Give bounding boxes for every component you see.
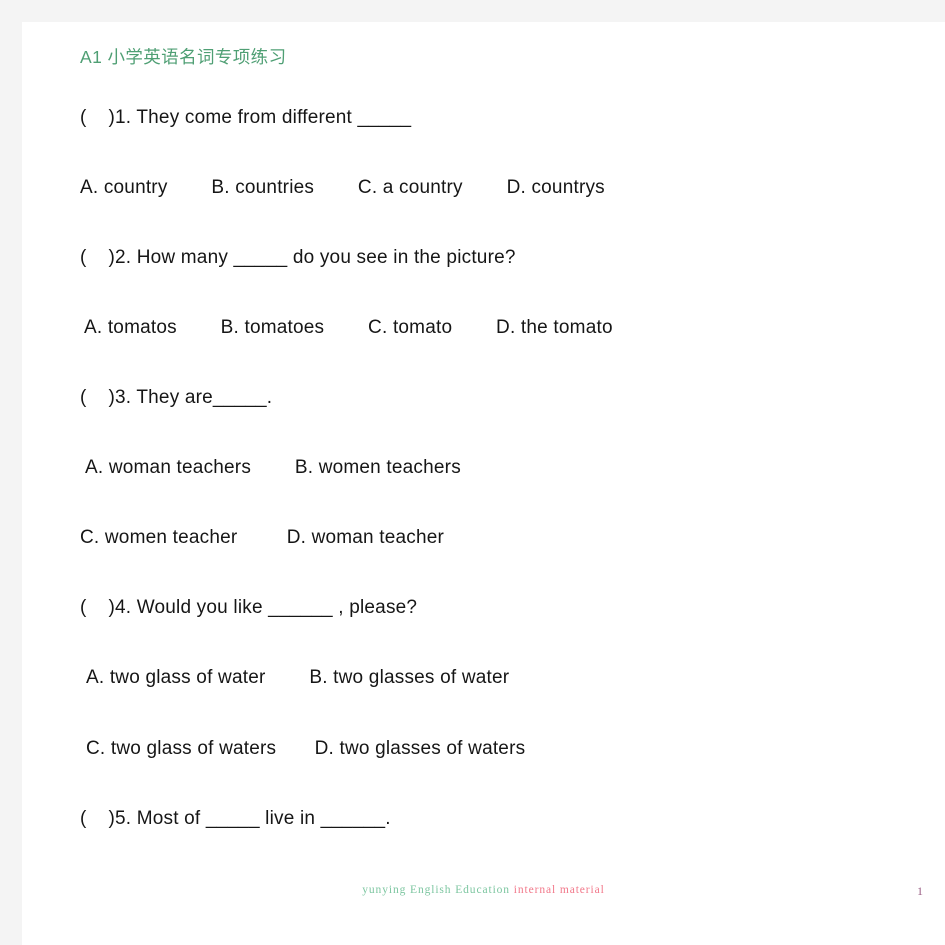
question-3-stem: ( )3. They are_____. [80,387,273,408]
question-4-stem: ( )4. Would you like ______ , please? [80,597,418,618]
page-title: A1 小学英语名词专项练习 [80,47,287,67]
page-footer: yunying English Education internal mater… [22,884,945,914]
document-page: A1 小学英语名词专项练习 ( )1. They come from diffe… [22,22,945,945]
question-1-stem: ( )1. They come from different _____ [80,107,412,128]
question-1-options[interactable]: A. country B. countries C. a country D. … [80,178,605,197]
question-4-options-row-1[interactable]: A. two glass of water B. two glasses of … [86,668,509,687]
question-3-options-row-2[interactable]: C. women teacher D. woman teacher [80,528,444,547]
page-body: A1 小学英语名词专项练习 ( )1. They come from diffe… [22,22,945,945]
question-3-options-row-1[interactable]: A. woman teachers B. women teachers [85,458,461,477]
page-number: 1 [917,884,923,898]
footer-organization-text: yunying English Education [362,884,510,896]
question-2-stem: ( )2. How many _____ do you see in the p… [80,247,516,268]
question-5-stem: ( )5. Most of _____ live in ______. [80,808,391,829]
question-4-options-row-2[interactable]: C. two glass of waters D. two glasses of… [86,739,525,758]
footer-watermark: yunying English Education internal mater… [22,884,945,896]
footer-confidential-text: internal material [513,884,605,896]
question-2-options[interactable]: A. tomatos B. tomatoes C. tomato D. the … [84,318,613,337]
